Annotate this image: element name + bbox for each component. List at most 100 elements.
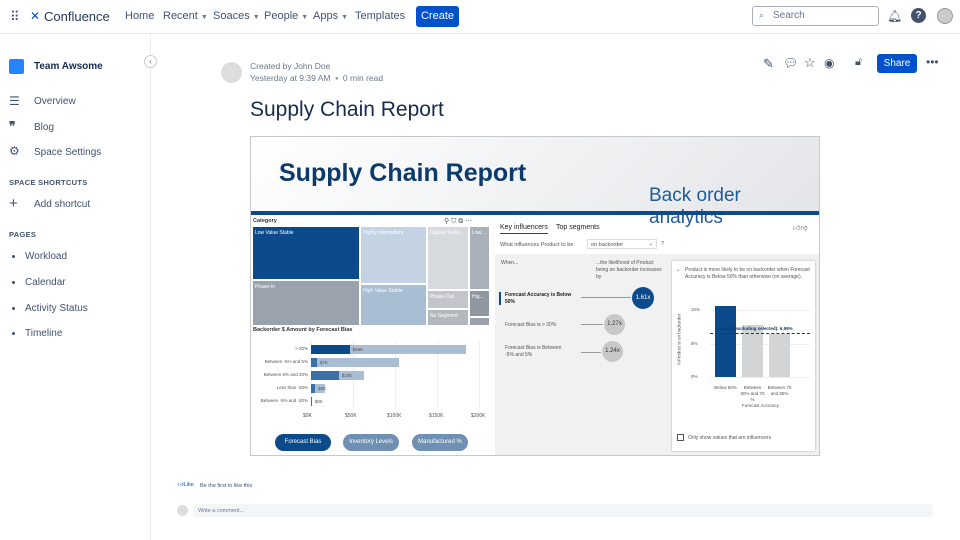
sidebar-item-overview[interactable]: Overview <box>34 96 76 107</box>
page-title: Supply Chain Report <box>250 98 444 121</box>
nav-spaces-label: Soaces <box>213 10 250 22</box>
category-label: Less than -20% <box>276 385 308 390</box>
notifications-icon[interactable]: 🔔︎ <box>887 9 902 23</box>
treemap-tile[interactable]: High Value Stable <box>361 285 426 325</box>
watch-icon[interactable]: ◉ <box>824 56 834 70</box>
edit-icon[interactable]: ✎ <box>763 56 774 72</box>
visual-header-icons[interactable]: ⚲ ⛉ ⧉ ⋯ <box>444 217 472 226</box>
average-line <box>710 333 810 335</box>
top-nav: ⠿ ✕ Confluence Home Recent ▼ Soaces ▼ Peop… <box>0 0 960 34</box>
like-button[interactable]: 👍︎Like <box>178 482 194 488</box>
treemap-tile[interactable] <box>470 318 489 325</box>
restrictions-icon[interactable]: 🔓︎ <box>855 56 862 69</box>
more-icon[interactable]: ••• <box>926 55 939 69</box>
treemap-tile[interactable]: Capital Syste... <box>428 227 468 289</box>
influencers-only-checkbox[interactable] <box>677 434 684 441</box>
treemap-tile[interactable]: Phase-Out <box>428 291 468 308</box>
create-button[interactable]: Create <box>416 6 459 27</box>
nav-people[interactable]: People ▼ <box>264 10 308 22</box>
bar-selected <box>311 384 316 393</box>
sidebar-item-blog[interactable]: Blog <box>34 122 54 133</box>
space-icon <box>9 59 24 74</box>
treemap[interactable]: Low Value Stable Highly Intermittent Cap… <box>253 227 489 325</box>
data-label: $7K <box>319 360 328 365</box>
gridline <box>710 377 810 378</box>
page-link-workload[interactable]: Workload <box>25 251 67 262</box>
manufactured-button[interactable]: Manufactured % <box>412 434 468 451</box>
x-tick-label: $100K <box>387 413 402 419</box>
treemap-tile[interactable]: Highly Intermittent <box>361 227 426 283</box>
treemap-tile[interactable]: Hig... <box>470 291 489 316</box>
checkbox-label: Only show values that are influencers <box>688 435 772 441</box>
treemap-tile[interactable]: No Segment <box>428 310 468 325</box>
ki-likelihood: ...the likelihood of Product being on ba… <box>596 260 662 280</box>
chevron-down-icon: ▼ <box>341 14 349 21</box>
bar-selected <box>311 345 350 354</box>
nav-apps[interactable]: Apps ▼ <box>313 10 348 22</box>
page-link-calendar[interactable]: Calendar <box>25 277 66 288</box>
ki-dropdown[interactable]: on backorder ⌄ <box>587 239 657 249</box>
sidebar: Team Awsome ‹ ☰ Overview ❞ Blog ⚙ Space … <box>0 34 157 540</box>
tab-top-segments[interactable]: Top segments <box>556 224 600 231</box>
page-link-activity-status[interactable]: Activity Status <box>25 303 88 314</box>
forecast-bias-button[interactable]: Forecast Bias <box>275 434 331 451</box>
help-icon[interactable]: ? <box>661 241 664 247</box>
commenter-avatar <box>177 505 188 516</box>
nav-recent-label: Recent <box>163 10 198 22</box>
brand[interactable]: Confluence <box>44 9 110 24</box>
search-placeholder: Search <box>773 10 805 21</box>
ki-when: When... <box>501 260 519 266</box>
sidebar-item-space-settings[interactable]: Space Settings <box>34 147 101 158</box>
share-button[interactable]: Share <box>877 54 917 73</box>
influencer-bubble[interactable]: 1.27x <box>604 314 625 335</box>
category-label: > 20% <box>295 346 308 351</box>
avatar[interactable] <box>937 8 953 24</box>
app-switcher-icon[interactable]: ⠿ <box>10 9 20 25</box>
bullet-icon <box>12 307 15 310</box>
treemap-tile[interactable]: Phase-In <box>253 281 359 325</box>
treemap-tile[interactable]: Low Value Stable <box>253 227 359 279</box>
x-category-label: Between 50% and 70 % <box>740 385 765 402</box>
gear-icon: ⚙ <box>9 144 20 158</box>
influencer-label[interactable]: Forecast Bias is Between -5% and 5% <box>505 345 570 359</box>
search-input[interactable]: ⌕ Search <box>752 6 879 26</box>
inventory-levels-button[interactable]: Inventory Levels <box>343 434 399 451</box>
feedback-icons[interactable]: 👍︎👎︎ <box>793 223 807 232</box>
gridline <box>479 341 480 407</box>
lines-icon: ☰ <box>9 94 20 108</box>
author-avatar[interactable] <box>221 62 242 83</box>
influencer-label[interactable]: Forecast Bias is > 20% <box>505 322 556 328</box>
nav-spaces[interactable]: Soaces ▼ <box>213 10 260 22</box>
bar-selected <box>311 397 312 406</box>
category-label: Between -5% and 5% <box>264 359 308 364</box>
x-category-label: Between 70 and 85% <box>767 385 792 396</box>
comment-input[interactable]: Write a comment... <box>193 504 933 517</box>
data-label: $5K <box>318 386 327 391</box>
y-tick-label: 10% <box>691 307 701 313</box>
influencer-label[interactable]: Forecast Accuracy is Below 50% <box>505 292 580 306</box>
category-label: Between -5% and -20% <box>260 398 308 403</box>
help-icon[interactable]: ? <box>911 8 926 23</box>
influencer-bubble[interactable]: 1.61x <box>632 287 654 309</box>
nav-templates[interactable]: Templates <box>355 10 405 22</box>
nav-recent[interactable]: Recent ▼ <box>163 10 208 22</box>
comment-icon[interactable]: 💬︎ <box>783 56 798 70</box>
nav-home[interactable]: Home <box>125 10 154 22</box>
treemap-tile[interactable]: Low... <box>470 227 489 289</box>
back-arrow-icon[interactable]: ← <box>676 267 682 273</box>
ki-dropdown-value: on backorder <box>591 242 624 248</box>
influencer-bubble[interactable]: 1.24x <box>602 341 623 362</box>
star-icon[interactable]: ☆ <box>804 55 816 71</box>
page-link-timeline[interactable]: Timeline <box>25 328 62 339</box>
ki-detail-text: Product is more likely to be on backorde… <box>685 267 810 280</box>
page-meta: Yesterday at 9:39 AM • 0 min read <box>250 73 384 83</box>
shortcuts-heading: SPACE SHORTCUTS <box>9 178 88 187</box>
collapse-sidebar-icon[interactable]: ‹ <box>144 55 157 68</box>
add-shortcut-link[interactable]: Add shortcut <box>34 199 90 210</box>
plus-icon: + <box>9 195 18 212</box>
space-name[interactable]: Team Awsome <box>34 61 103 72</box>
bar-selected <box>311 371 339 380</box>
tab-key-influencers[interactable]: Key influencers <box>500 224 548 234</box>
report-embed[interactable]: Supply Chain Report Back order analytics… <box>250 136 820 456</box>
connector-line <box>581 352 601 353</box>
